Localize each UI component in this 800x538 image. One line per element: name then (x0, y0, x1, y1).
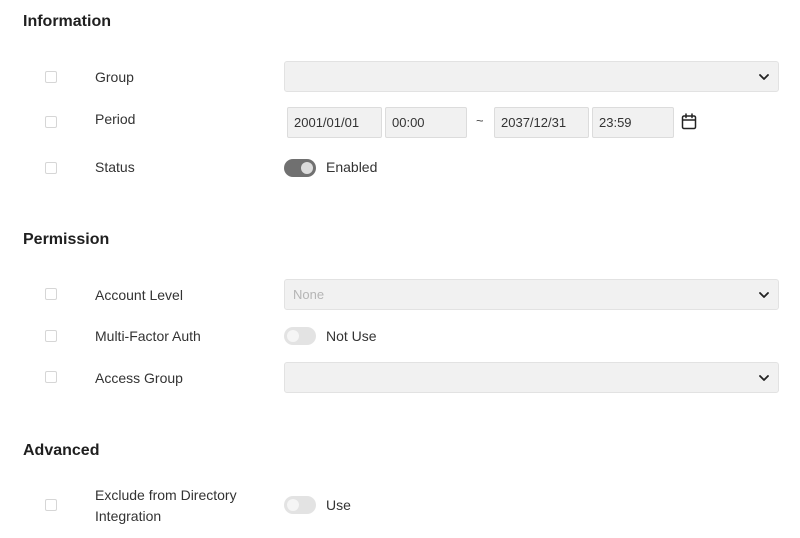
account-level-label: Account Level (95, 287, 183, 303)
exclude-directory-checkbox[interactable] (45, 499, 57, 511)
account-level-select-value: None (293, 287, 325, 302)
access-group-label: Access Group (95, 370, 183, 386)
exclude-directory-toggle-knob (287, 499, 299, 511)
status-label: Status (95, 159, 135, 175)
mfa-label: Multi-Factor Auth (95, 328, 201, 344)
period-end-date-input[interactable]: 2037/12/31 (494, 107, 589, 138)
group-checkbox[interactable] (45, 71, 57, 83)
section-title-advanced: Advanced (23, 442, 100, 459)
period-start-time-input[interactable]: 00:00 (385, 107, 467, 138)
exclude-directory-label-line1: Exclude from Directory (95, 487, 237, 503)
period-checkbox[interactable] (45, 116, 57, 128)
section-title-permission: Permission (23, 231, 110, 248)
section-title-information: Information (23, 13, 111, 30)
mfa-toggle-knob (287, 330, 299, 342)
status-toggle-label: Enabled (326, 159, 378, 175)
period-separator: ~ (476, 113, 484, 128)
status-checkbox[interactable] (45, 162, 57, 174)
period-label: Period (95, 111, 136, 127)
calendar-icon[interactable] (681, 113, 697, 130)
group-label: Group (95, 69, 134, 85)
status-toggle-knob (301, 162, 313, 174)
period-end-time-input[interactable]: 23:59 (592, 107, 674, 138)
chevron-down-icon (759, 74, 769, 80)
exclude-directory-toggle-label: Use (326, 497, 351, 513)
access-group-checkbox[interactable] (45, 371, 57, 383)
mfa-toggle[interactable] (284, 327, 316, 345)
access-group-select[interactable] (284, 362, 779, 393)
exclude-directory-label-line2: Integration (95, 508, 162, 524)
exclude-directory-toggle[interactable] (284, 496, 316, 514)
chevron-down-icon (759, 292, 769, 298)
exclude-directory-label: Exclude from Directory Integration (95, 485, 237, 527)
mfa-checkbox[interactable] (45, 330, 57, 342)
mfa-toggle-label: Not Use (326, 328, 377, 344)
group-select[interactable] (284, 61, 779, 92)
chevron-down-icon (759, 375, 769, 381)
status-toggle[interactable] (284, 159, 316, 177)
period-start-date-input[interactable]: 2001/01/01 (287, 107, 382, 138)
account-level-checkbox[interactable] (45, 288, 57, 300)
account-level-select[interactable]: None (284, 279, 779, 310)
